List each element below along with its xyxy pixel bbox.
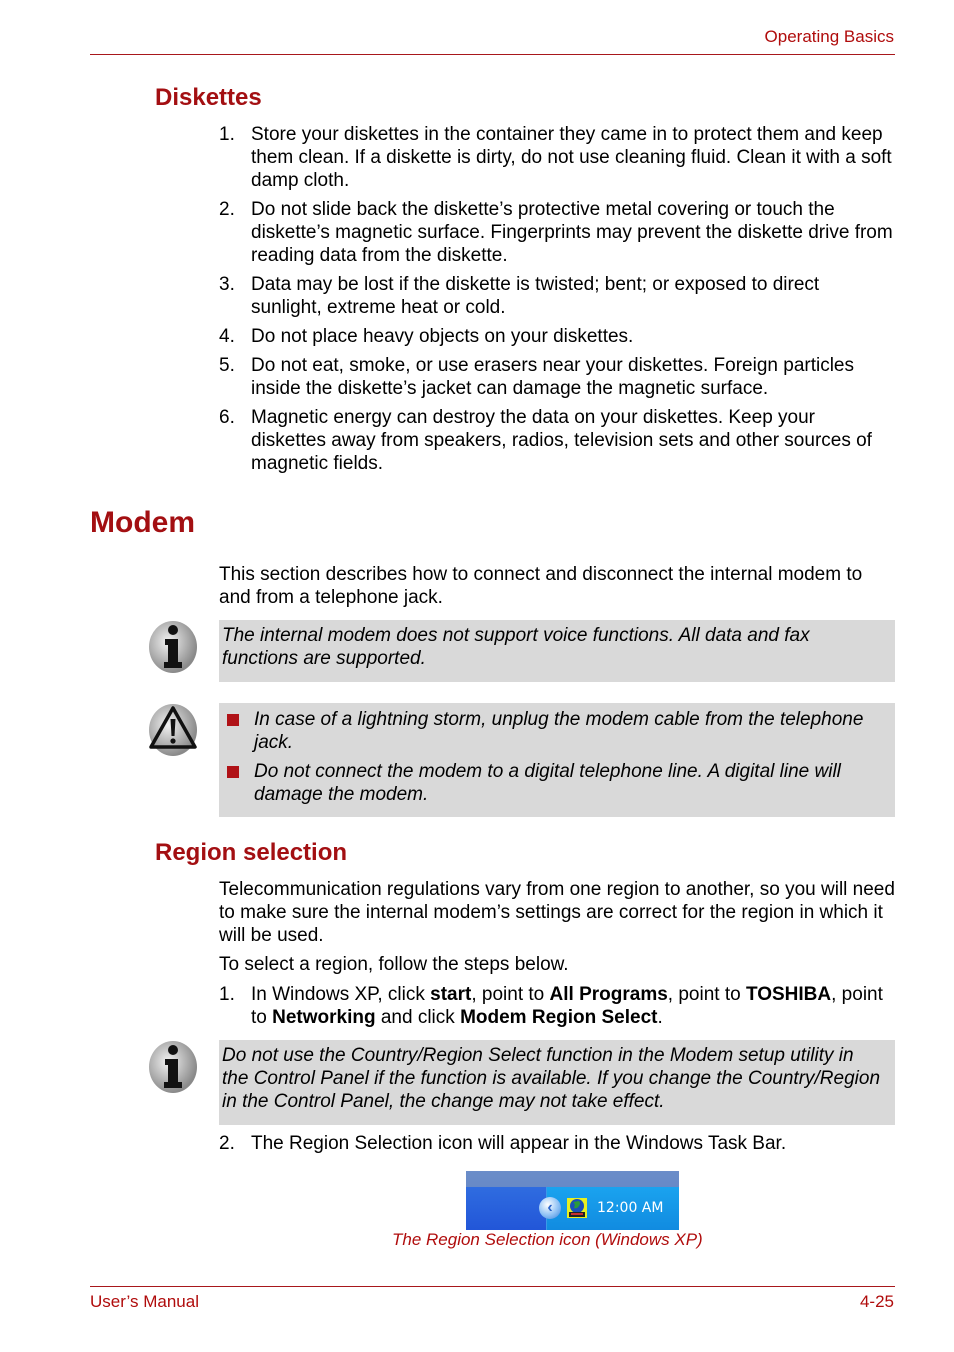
running-header: Operating Basics	[764, 27, 894, 46]
region-para: To select a region, follow the steps bel…	[219, 954, 569, 975]
region-steps: 1. In Windows XP, click start, point to A…	[219, 983, 895, 1035]
modem-intro: This section describes how to connect an…	[219, 564, 863, 608]
footer-manual-title: User’s Manual	[90, 1292, 199, 1311]
list-item: 2. Do not slide back the diskette’s prote…	[219, 199, 893, 266]
info-icon	[149, 621, 197, 673]
footer-rule	[90, 1286, 895, 1287]
list-item: 3. Data may be lost if the diskette is tw…	[219, 274, 820, 318]
list-item: 6. Magnetic energy can destroy the data o…	[219, 407, 872, 474]
chevron-left-icon[interactable]: ‹	[539, 1197, 561, 1219]
taskbar-screenshot: ‹ 12:00 AM	[466, 1171, 679, 1230]
info-note: Do not use the Country/Region Select fun…	[219, 1040, 895, 1125]
diskettes-list: 1. Store your diskettes in the container …	[219, 123, 895, 481]
region-selection-icon[interactable]	[567, 1198, 587, 1218]
list-item: Do not connect the modem to a digital te…	[222, 760, 885, 806]
diskettes-heading: Diskettes	[155, 84, 262, 111]
bullet-icon	[227, 714, 239, 726]
warning-icon	[149, 704, 197, 756]
header-rule	[90, 54, 895, 55]
warning-note: In case of a lightning storm, unplug the…	[219, 703, 895, 817]
region-para: Telecommunication regulations vary from …	[219, 879, 895, 946]
list-item: 5. Do not eat, smoke, or use erasers near…	[219, 355, 854, 399]
modem-heading: Modem	[90, 506, 195, 539]
list-item: 1. In Windows XP, click start, point to A…	[219, 984, 883, 1028]
list-item: 2. The Region Selection icon will appear …	[219, 1133, 787, 1154]
list-item: In case of a lightning storm, unplug the…	[222, 708, 885, 754]
clock: 12:00 AM	[597, 1200, 664, 1216]
info-icon	[149, 1041, 197, 1093]
figure-caption: The Region Selection icon (Windows XP)	[392, 1230, 703, 1249]
page-number: 4-25	[859, 1292, 894, 1311]
list-item: 1. Store your diskettes in the container …	[219, 124, 892, 191]
region-steps: 2. The Region Selection icon will appear …	[219, 1132, 895, 1161]
warning-list: In case of a lightning storm, unplug the…	[222, 708, 885, 806]
region-heading: Region selection	[155, 839, 348, 866]
list-item: 4. Do not place heavy objects on your dis…	[219, 326, 634, 347]
bullet-icon	[227, 766, 239, 778]
info-note: The internal modem does not support voic…	[219, 620, 895, 682]
